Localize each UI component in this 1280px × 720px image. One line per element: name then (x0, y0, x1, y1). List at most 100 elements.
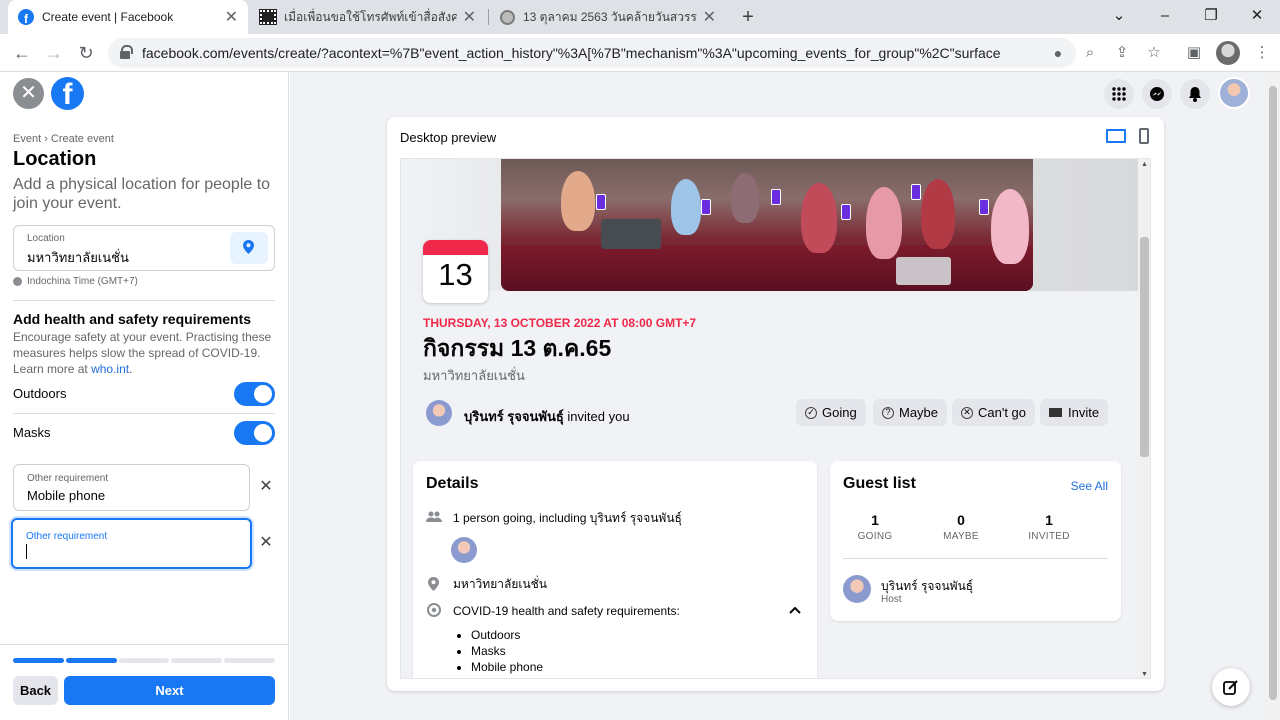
minimize-button[interactable]: – (1142, 0, 1188, 34)
tab-search-chevron-icon[interactable]: ⌄ (1096, 0, 1142, 34)
masks-toggle[interactable] (234, 421, 275, 445)
globe-icon (13, 277, 22, 286)
invite-text: บุรินทร์ รุจจนพันธุ์ invited you (464, 409, 630, 424)
location-value[interactable]: มหาวิทยาลัยเนชั่น (27, 247, 129, 268)
person (671, 179, 701, 235)
cover-background (401, 159, 1138, 291)
outdoors-toggle[interactable] (234, 382, 275, 406)
close-icon[interactable]: ✕ (13, 78, 44, 109)
host-avatar (843, 575, 871, 603)
facebook-logo[interactable]: f (51, 77, 84, 110)
preview-title: Desktop preview (400, 130, 497, 145)
mobile-icon[interactable] (1139, 128, 1149, 144)
url-text[interactable]: facebook.com/events/create/?acontext=%7B… (142, 45, 1000, 61)
other-requirement-field[interactable]: Other requirement Mobile phone (13, 464, 250, 511)
date-badge: 13 (423, 240, 488, 303)
tab-anniversary[interactable]: 13 ตุลาคม 2563 วันคล้ายวันสวรรคต ✕ (490, 0, 726, 34)
desktop-icon[interactable] (1106, 129, 1126, 143)
progress-bar (13, 658, 275, 663)
list-item: Outdoors (471, 627, 543, 643)
divider (13, 413, 275, 414)
see-all-link[interactable]: See All (1071, 479, 1108, 493)
page-subtitle: Add a physical location for people to jo… (13, 176, 271, 212)
other-requirement-field-active[interactable]: Other requirement (11, 518, 252, 569)
tab-article[interactable]: เมื่อเพื่อนขอใช้โทรศัพท์เข้าสื่อสังคม : … (250, 0, 486, 34)
lock-icon[interactable] (120, 45, 133, 59)
location-pin-icon[interactable]: ● (1048, 43, 1068, 63)
person (561, 171, 595, 231)
side-panel-icon[interactable]: ▣ (1184, 43, 1204, 63)
compose-message-button[interactable] (1212, 668, 1250, 706)
invite-button[interactable]: Invite (1040, 399, 1109, 426)
tablecloth (501, 245, 1033, 291)
chevron-up-icon[interactable] (789, 605, 801, 617)
menu-grid-icon[interactable] (1104, 79, 1134, 109)
remove-requirement-icon[interactable]: ✕ (258, 535, 274, 551)
breadcrumb: Event › Create event (13, 133, 114, 145)
covid-row: COVID-19 health and safety requirements: (426, 603, 680, 618)
phone-icon (841, 204, 851, 220)
invited-stat[interactable]: 1 INVITED (1004, 512, 1094, 542)
scroll-down-arrow-icon[interactable]: ▼ (1140, 671, 1149, 678)
menu-dots-icon[interactable]: ⋮ (1252, 43, 1272, 63)
remove-requirement-icon[interactable]: ✕ (258, 479, 274, 495)
bookmark-star-icon[interactable]: ☆ (1144, 43, 1164, 63)
progress-step (13, 658, 64, 663)
who-link[interactable]: who.int (91, 362, 129, 376)
laptop (896, 257, 951, 285)
new-tab-button[interactable]: + (737, 4, 759, 30)
question-circle-icon: ? (882, 406, 894, 419)
list-item: Masks (471, 643, 543, 659)
share-icon[interactable]: ⇪ (1112, 43, 1132, 63)
phone-icon (701, 199, 711, 215)
close-tab-icon[interactable]: ✕ (225, 7, 238, 27)
phone-icon (979, 199, 989, 215)
preview-viewport: 13 THURSDAY, 13 OCTOBER 2022 AT 08:00 GM… (400, 158, 1151, 679)
messenger-icon[interactable] (1142, 79, 1172, 109)
maybe-button[interactable]: ? Maybe (873, 399, 948, 426)
forward-arrow-icon[interactable]: → (41, 40, 67, 66)
scroll-thumb[interactable] (1140, 237, 1149, 457)
x-circle-icon: ✕ (961, 406, 973, 419)
location-label: Location (27, 233, 65, 244)
laptop (601, 219, 661, 249)
person (991, 189, 1029, 264)
zoom-icon[interactable]: ⌕ (1080, 43, 1100, 63)
preview-scrollbar[interactable]: ▲ ▼ (1138, 159, 1150, 678)
location-pin-button[interactable] (230, 232, 268, 264)
scroll-up-arrow-icon[interactable]: ▲ (1140, 161, 1149, 168)
text-caret (26, 544, 27, 559)
person (866, 187, 902, 259)
divider (13, 300, 275, 301)
back-arrow-icon[interactable]: ← (9, 40, 35, 66)
person (731, 173, 759, 223)
desktop-preview-card: Desktop preview 13 THURSDAY, 13 OCTOBER … (387, 117, 1164, 691)
facebook-icon: f (18, 9, 34, 25)
cant-go-button[interactable]: ✕ Can't go (952, 399, 1036, 426)
page-title: Location (13, 148, 97, 170)
location-field[interactable]: Location มหาวิทยาลัยเนชั่น (13, 225, 275, 271)
tab-create-event[interactable]: f Create event | Facebook ✕ (8, 0, 248, 34)
progress-step (171, 658, 223, 663)
maybe-stat[interactable]: 0 MAYBE (916, 512, 1006, 542)
close-tab-icon[interactable]: ✕ (703, 7, 716, 27)
account-avatar[interactable] (1218, 77, 1250, 109)
going-stat[interactable]: 1 GOING (830, 512, 920, 542)
phone-icon (596, 194, 606, 210)
page-scrollbar[interactable] (1266, 72, 1280, 720)
timezone: Indochina Time (GMT+7) (13, 276, 138, 287)
restore-button[interactable]: ❐ (1188, 0, 1234, 34)
health-description: Encourage safety at your event. Practisi… (13, 330, 272, 376)
profile-avatar[interactable] (1216, 41, 1240, 65)
back-button[interactable]: Back (13, 676, 58, 705)
bell-icon[interactable] (1180, 79, 1210, 109)
next-button[interactable]: Next (64, 676, 275, 705)
phone-icon (911, 184, 921, 200)
reload-icon[interactable]: ↻ (73, 40, 99, 66)
going-button[interactable]: ✓ Going (796, 399, 866, 426)
close-window-button[interactable]: ✕ (1234, 0, 1280, 34)
close-tab-icon[interactable]: ✕ (463, 7, 476, 27)
create-event-panel: ✕ f Event › Create event Location Add a … (0, 72, 289, 720)
page-scroll-thumb[interactable] (1269, 86, 1277, 700)
address-bar[interactable]: facebook.com/events/create/?acontext=%7B… (108, 38, 1076, 68)
